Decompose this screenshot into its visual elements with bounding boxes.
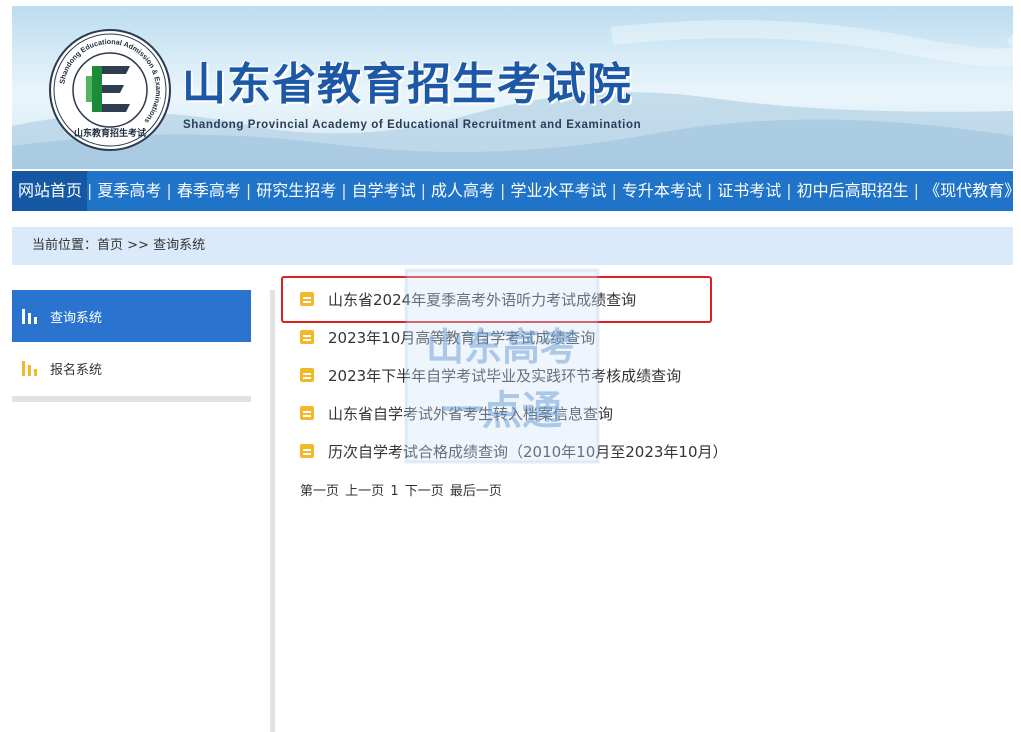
first-page-link[interactable]: 第一页 [300, 484, 339, 499]
sidebar-item-query-system[interactable]: 查询系统 [12, 290, 251, 342]
breadcrumb-separator: >> [123, 238, 154, 253]
site-title: 山东省教育招生考试院 [182, 59, 632, 110]
list-item[interactable]: 山东省2024年夏季高考外语听力考试成绩查询 [300, 280, 728, 318]
sidebar-item-label: 查询系统 [50, 310, 103, 326]
nav-item-academic-proficiency[interactable]: 学业水平考试 [505, 171, 611, 211]
list-item[interactable]: 2023年下半年自学考试毕业及实践环节考核成绩查询 [300, 356, 728, 394]
nav-item-upgrade-exam[interactable]: 专升本考试 [617, 171, 707, 211]
pagination: 第一页 上一页 1 下一页 最后一页 [300, 480, 504, 499]
document-icon [300, 330, 314, 344]
sidebar: 查询系统 报名系统 [12, 290, 251, 402]
breadcrumb: 当前位置：首页 >> 查询系统 [12, 227, 1013, 265]
document-icon [300, 368, 314, 382]
document-icon [300, 292, 314, 306]
nav-item-vocational-admission[interactable]: 初中后高职招生 [792, 171, 914, 211]
nav-item-modern-education[interactable]: 《现代教育》 [919, 171, 1021, 211]
academy-logo: Shandong Educational Admission & Examina… [49, 29, 171, 151]
breadcrumb-current[interactable]: 查询系统 [153, 238, 205, 253]
breadcrumb-home-link[interactable]: 首页 [97, 238, 123, 253]
list-item[interactable]: 2023年10月高等教育自学考试成绩查询 [300, 318, 728, 356]
nav-item-certificate-exam[interactable]: 证书考试 [712, 171, 786, 211]
bar-chart-icon [22, 308, 38, 324]
nav-item-home[interactable]: 网站首页 [12, 171, 88, 211]
prev-page-link[interactable]: 上一页 [345, 484, 384, 499]
list-item-link[interactable]: 历次自学考试合格成绩查询（2010年10月至2023年10月） [328, 441, 728, 462]
nav-item-self-study-exam[interactable]: 自学考试 [347, 171, 421, 211]
sidebar-item-registration-system[interactable]: 报名系统 [12, 342, 251, 394]
nav-item-graduate-exam[interactable]: 研究生招考 [251, 171, 341, 211]
sidebar-bottom-border [12, 396, 251, 402]
list-item-link[interactable]: 2023年下半年自学考试毕业及实践环节考核成绩查询 [328, 365, 681, 386]
list-item[interactable]: 山东省自学考试外省考生转入档案信息查询 [300, 394, 728, 432]
site-subtitle: Shandong Provincial Academy of Education… [183, 119, 642, 131]
main-nav: 网站首页 | 夏季高考 | 春季高考 | 研究生招考 | 自学考试 | 成人高考… [12, 171, 1020, 211]
nav-item-spring-gaokao[interactable]: 春季高考 [172, 171, 246, 211]
last-page-link[interactable]: 最后一页 [450, 484, 502, 499]
content-divider [270, 290, 275, 732]
next-page-link[interactable]: 下一页 [405, 484, 444, 499]
query-list: 山东省2024年夏季高考外语听力考试成绩查询 2023年10月高等教育自学考试成… [300, 280, 728, 470]
list-item-link[interactable]: 2023年10月高等教育自学考试成绩查询 [328, 327, 595, 348]
site-banner: Shandong Educational Admission & Examina… [12, 6, 1013, 169]
sidebar-item-label: 报名系统 [50, 362, 103, 378]
document-icon [300, 406, 314, 420]
breadcrumb-prefix: 当前位置： [32, 238, 98, 253]
nav-item-adult-exam[interactable]: 成人高考 [426, 171, 500, 211]
bar-chart-icon [22, 360, 38, 376]
document-icon [300, 444, 314, 458]
current-page-number: 1 [390, 484, 399, 499]
list-item-link[interactable]: 山东省2024年夏季高考外语听力考试成绩查询 [328, 289, 636, 310]
list-item-link[interactable]: 山东省自学考试外省考生转入档案信息查询 [328, 403, 613, 424]
svg-text:山东教育招生考试: 山东教育招生考试 [74, 127, 146, 139]
list-item[interactable]: 历次自学考试合格成绩查询（2010年10月至2023年10月） [300, 432, 728, 470]
nav-item-summer-gaokao[interactable]: 夏季高考 [92, 171, 166, 211]
